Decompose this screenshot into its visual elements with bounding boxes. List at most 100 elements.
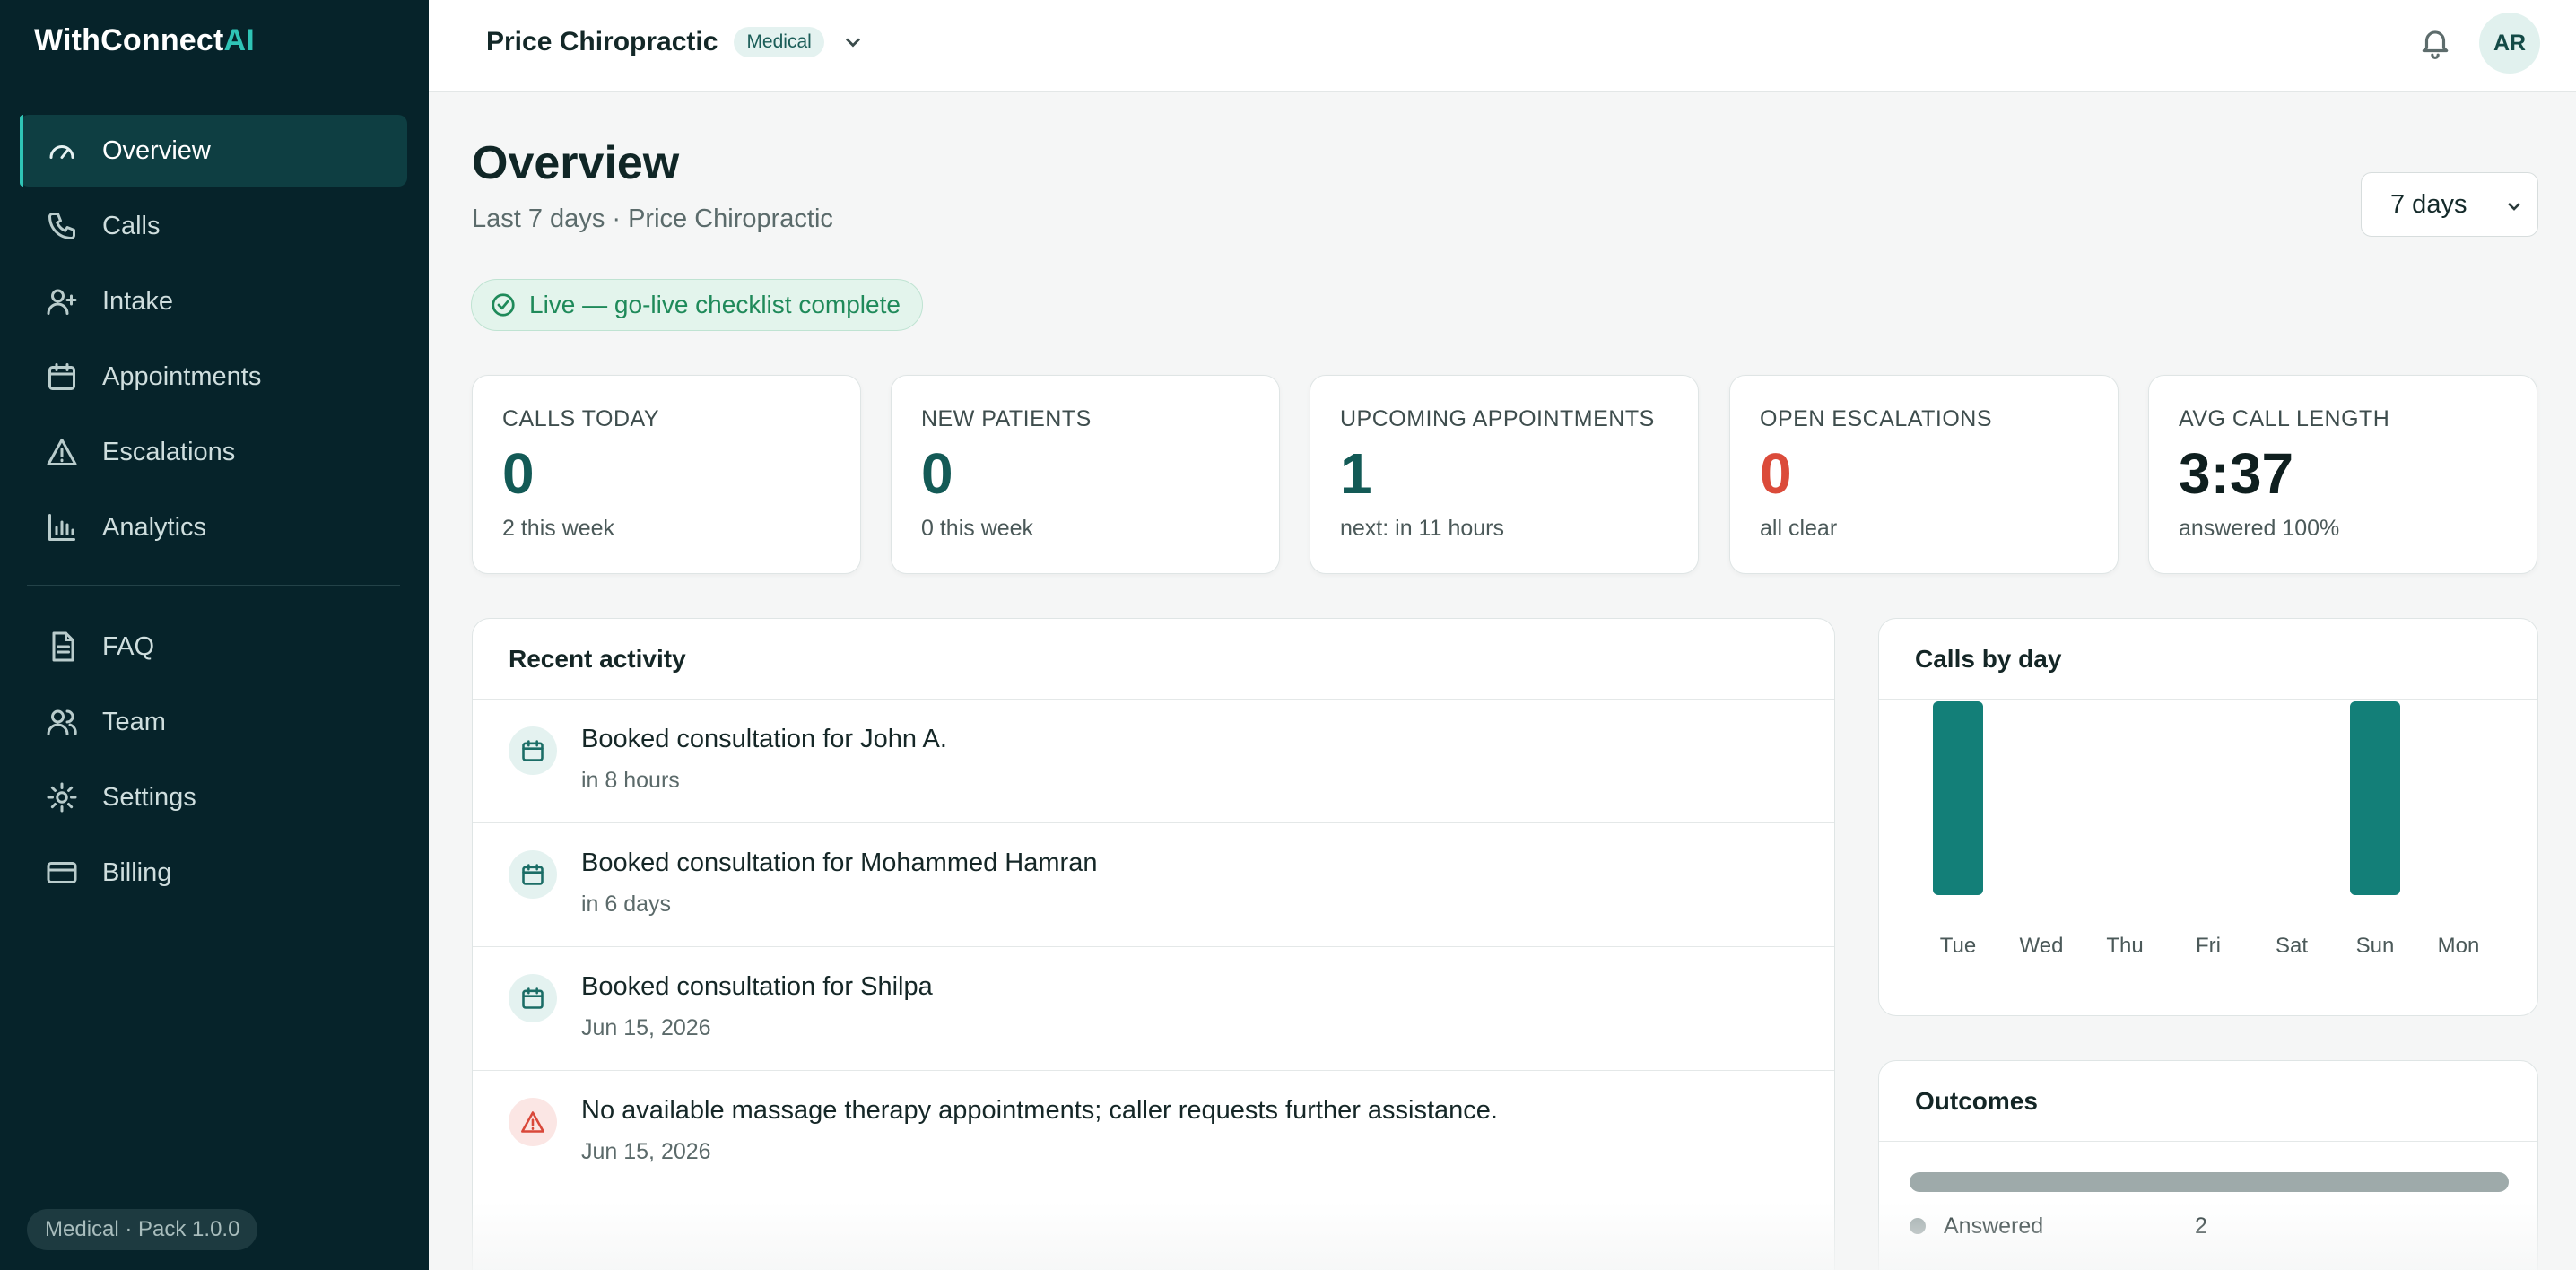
top-bar: Price Chiropractic Medical AR xyxy=(429,0,2576,92)
tick-label-thu: Thu xyxy=(2106,934,2143,958)
page-title: Overview xyxy=(472,137,680,189)
gauge-icon xyxy=(45,134,79,168)
sidebar-divider xyxy=(27,585,400,586)
list-item[interactable]: Booked consultation for Mohammed Hamran … xyxy=(473,823,1834,947)
kpi-card-calls-today[interactable]: CALLS TODAY 0 2 this week xyxy=(472,375,861,574)
sidebar-item-label: Overview xyxy=(102,135,211,165)
calls-by-day-card: Calls by day Tue Wed Thu Fri Sat Sun Mon xyxy=(1878,618,2538,1016)
kpi-value: 3:37 xyxy=(2179,441,2294,506)
chevron-down-icon xyxy=(2503,195,2525,216)
sidebar-item-label: Team xyxy=(102,707,166,736)
kpi-sub: all clear xyxy=(1760,516,1838,541)
bar-chart-icon xyxy=(45,510,79,544)
brand-logo[interactable]: WithConnectAI xyxy=(34,23,255,58)
outcomes-card: Outcomes Answered 2 xyxy=(1878,1060,2538,1270)
kpi-label: CALLS TODAY xyxy=(502,406,660,431)
tick-label-sat: Sat xyxy=(2276,934,2308,958)
sidebar-item-overview[interactable]: Overview xyxy=(20,115,407,187)
legend-dot xyxy=(1910,1218,1926,1234)
alert-triangle-icon xyxy=(509,1098,557,1146)
outcome-label: Answered xyxy=(1944,1213,2044,1239)
date-range-select[interactable]: 7 days xyxy=(2361,172,2538,237)
bar-sun[interactable] xyxy=(2350,701,2400,895)
kpi-card-upcoming-appointments[interactable]: UPCOMING APPOINTMENTS 1 next: in 11 hour… xyxy=(1310,375,1699,574)
phone-icon xyxy=(45,209,79,243)
bell-icon[interactable] xyxy=(2418,25,2454,61)
sidebar-item-label: Analytics xyxy=(102,512,207,542)
vertical-badge: Medical xyxy=(734,27,824,57)
activity-title: Booked consultation for Shilpa xyxy=(581,972,933,1001)
card-title: Outcomes xyxy=(1879,1061,2537,1142)
activity-title: No available massage therapy appointment… xyxy=(581,1096,1498,1125)
sidebar-item-settings[interactable]: Settings xyxy=(20,761,407,833)
activity-time: in 8 hours xyxy=(581,768,680,793)
kpi-value: 1 xyxy=(1340,441,1372,506)
tick-label-sun: Sun xyxy=(2356,934,2395,958)
status-text: Live — go-live checklist complete xyxy=(529,291,901,318)
sidebar-item-billing[interactable]: Billing xyxy=(20,837,407,909)
kpi-sub: next: in 11 hours xyxy=(1340,516,1504,541)
sidebar-item-label: Escalations xyxy=(102,437,236,466)
outcome-count: 2 xyxy=(2195,1213,2207,1239)
card-title: Calls by day xyxy=(1879,619,2537,700)
avatar[interactable]: AR xyxy=(2479,13,2540,74)
kpi-sub: 0 this week xyxy=(921,516,1034,541)
sidebar-item-appointments[interactable]: Appointments xyxy=(20,341,407,413)
list-item[interactable]: No available massage therapy appointment… xyxy=(473,1071,1834,1195)
sidebar-item-label: Appointments xyxy=(102,361,262,391)
practice-switcher[interactable]: Price Chiropractic Medical xyxy=(486,27,866,57)
kpi-sub: answered 100% xyxy=(2179,516,2340,541)
activity-title: Booked consultation for John A. xyxy=(581,725,947,753)
practice-name: Price Chiropractic xyxy=(486,27,718,57)
kpi-value: 0 xyxy=(921,441,953,506)
kpi-sub: 2 this week xyxy=(502,516,615,541)
calendar-icon xyxy=(509,850,557,899)
sidebar-item-label: Calls xyxy=(102,211,161,240)
user-plus-icon xyxy=(45,284,79,318)
kpi-label: OPEN ESCALATIONS xyxy=(1760,406,1992,431)
page-subtitle: Last 7 days · Price Chiropractic xyxy=(472,204,833,233)
sidebar-item-team[interactable]: Team xyxy=(20,686,407,758)
tick-label-tue: Tue xyxy=(1940,934,1976,958)
sidebar: WithConnectAI Overview Calls Intake Appo… xyxy=(0,0,429,1270)
calendar-icon xyxy=(509,974,557,1022)
kpi-card-avg-call-length[interactable]: AVG CALL LENGTH 3:37 answered 100% xyxy=(2148,375,2537,574)
outcome-row: Answered 2 xyxy=(1910,1210,2268,1242)
kpi-label: UPCOMING APPOINTMENTS xyxy=(1340,406,1655,431)
calendar-icon xyxy=(45,360,79,394)
kpi-value: 0 xyxy=(1760,441,1792,506)
pack-version-badge: Medical · Pack 1.0.0 xyxy=(27,1209,258,1250)
tick-label-mon: Mon xyxy=(2438,934,2480,958)
chevron-down-icon xyxy=(840,30,866,55)
recent-activity-card: Recent activity Booked consultation for … xyxy=(472,618,1835,1270)
kpi-card-open-escalations[interactable]: OPEN ESCALATIONS 0 all clear xyxy=(1729,375,2119,574)
activity-time: Jun 15, 2026 xyxy=(581,1139,711,1164)
list-item[interactable]: Booked consultation for Shilpa Jun 15, 2… xyxy=(473,947,1834,1071)
kpi-value: 0 xyxy=(502,441,535,506)
calls-by-day-chart: Tue Wed Thu Fri Sat Sun Mon xyxy=(1933,701,2480,958)
document-icon xyxy=(45,630,79,664)
activity-time: Jun 15, 2026 xyxy=(581,1015,711,1040)
gear-icon xyxy=(45,780,79,814)
list-item[interactable]: Booked consultation for John A. in 8 hou… xyxy=(473,700,1834,823)
kpi-card-new-patients[interactable]: NEW PATIENTS 0 0 this week xyxy=(891,375,1280,574)
status-badge: Live — go-live checklist complete xyxy=(471,279,923,331)
bar-tue[interactable] xyxy=(1933,701,1983,895)
sidebar-item-analytics[interactable]: Analytics xyxy=(20,491,407,563)
sidebar-item-label: FAQ xyxy=(102,631,155,661)
check-circle-icon xyxy=(492,293,515,317)
activity-title: Booked consultation for Mohammed Hamran xyxy=(581,848,1098,877)
kpi-label: NEW PATIENTS xyxy=(921,406,1092,431)
date-range-value: 7 days xyxy=(2390,189,2467,219)
activity-time: in 6 days xyxy=(581,892,672,917)
sidebar-item-label: Settings xyxy=(102,782,196,812)
credit-card-icon xyxy=(45,856,79,890)
tick-label-fri: Fri xyxy=(2196,934,2221,958)
sidebar-item-faq[interactable]: FAQ xyxy=(20,611,407,683)
sidebar-item-calls[interactable]: Calls xyxy=(20,190,407,262)
sidebar-item-label: Intake xyxy=(102,286,173,316)
sidebar-item-escalations[interactable]: Escalations xyxy=(20,416,407,488)
sidebar-nav: Overview Calls Intake Appointments Escal… xyxy=(20,115,407,912)
sidebar-item-intake[interactable]: Intake xyxy=(20,265,407,337)
calendar-icon xyxy=(509,726,557,775)
